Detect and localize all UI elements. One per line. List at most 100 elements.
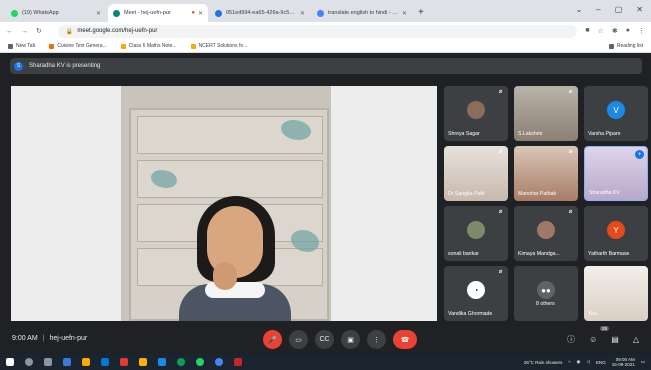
extensions-icon[interactable]: ✱ xyxy=(612,27,618,35)
address-bar-row: ← → ↻ 🔒 meet.google.com/hej-uefn-pur ■ ☆… xyxy=(0,22,651,40)
back-icon[interactable]: ← xyxy=(6,28,13,35)
tab-doc[interactable]: 051ed994-ea65-426a-9c5d-4c1... ✕ xyxy=(210,4,310,22)
presenter-hand xyxy=(213,262,237,290)
participant-tile[interactable]: + Sharadha KV xyxy=(584,146,648,201)
meeting-time: 9:00 AM xyxy=(12,335,38,342)
network-icon[interactable]: ◉ xyxy=(577,359,581,365)
app-icon[interactable] xyxy=(158,358,166,366)
camera-indicator-icon[interactable]: ■ xyxy=(585,27,589,35)
more-options-button[interactable]: ⋮ xyxy=(367,330,386,349)
avatar xyxy=(467,221,485,239)
browser-tab-bar: (19) WhatsApp ✕ Meet - hej-uefn-pur ● ✕ … xyxy=(0,0,651,22)
mic-off-icon: ⌀ xyxy=(568,209,573,215)
window-controls: ⌄ – ▢ ✕ xyxy=(576,5,643,14)
forward-icon[interactable]: → xyxy=(21,28,28,35)
maximize-button[interactable]: ▢ xyxy=(615,5,623,14)
mic-toggle-button[interactable]: 🎤 xyxy=(263,330,282,349)
participant-name: Varsha Pipare xyxy=(588,131,621,137)
participant-tile[interactable]: ⌀ sonali bankar xyxy=(444,206,508,261)
pin-icon[interactable]: + xyxy=(635,150,644,159)
mail-icon[interactable] xyxy=(101,358,109,366)
close-icon[interactable]: ✕ xyxy=(300,10,305,17)
avatar: Y xyxy=(607,221,625,239)
lock-icon: 🔒 xyxy=(65,28,74,35)
mic-off-icon: ⌀ xyxy=(568,89,573,95)
minimize-button[interactable]: – xyxy=(596,5,600,14)
close-icon[interactable]: ✕ xyxy=(402,10,407,17)
participant-tile[interactable]: ⌀ Kimaya Mandga... xyxy=(514,206,578,261)
bookmark-item[interactable]: Cuisine Text Genera... xyxy=(49,43,107,49)
windows-start-icon[interactable] xyxy=(6,358,14,366)
close-icon[interactable]: ✕ xyxy=(198,10,203,17)
url-field[interactable]: 🔒 meet.google.com/hej-uefn-pur xyxy=(57,24,578,38)
participant-name: 8 others xyxy=(536,301,555,307)
participant-tile[interactable]: Y Yatharth Barmase xyxy=(584,206,648,261)
participant-tile[interactable]: ⌀ S.Lakshmi xyxy=(514,86,578,141)
call-controls: 🎤 ▭ CC ▣ ⋮ ☎ xyxy=(263,330,417,349)
apps-icon xyxy=(8,43,13,49)
participant-tile[interactable]: ⌀ Manohar Pathak xyxy=(514,146,578,201)
whatsapp-icon[interactable] xyxy=(196,358,204,366)
participant-tile[interactable]: ⌀ Dr Sangita Patil xyxy=(444,146,508,201)
close-window-button[interactable]: ✕ xyxy=(636,5,643,14)
task-view-icon[interactable] xyxy=(44,358,52,366)
participant-tile[interactable]: V Varsha Pipare xyxy=(584,86,648,141)
star-icon[interactable]: ☆ xyxy=(598,27,604,35)
group-avatars: ●● xyxy=(537,281,555,299)
meet-control-bar: 9:00 AM | hej-uefn-pur 🎤 ▭ CC ▣ ⋮ ☎ 29 ⓘ… xyxy=(0,326,651,354)
app-icon[interactable] xyxy=(139,358,147,366)
meeting-details: 9:00 AM | hej-uefn-pur xyxy=(12,335,87,342)
mic-off-icon: ⌀ xyxy=(498,209,503,215)
chrome-icon[interactable] xyxy=(215,358,223,366)
participant-grid: ⌀ Shreya Sagar ⌀ S.Lakshmi V Varsha Pipa… xyxy=(444,86,648,322)
edge-icon[interactable] xyxy=(177,358,185,366)
presentation-stage[interactable] xyxy=(11,86,437,321)
search-icon[interactable] xyxy=(25,358,33,366)
bookmark-item[interactable]: New Tab xyxy=(8,43,35,49)
notifications-icon[interactable]: ▭ xyxy=(641,359,645,365)
participant-tile[interactable]: ◔ ⌀ Vandika Ghormade xyxy=(444,266,508,321)
people-icon[interactable]: ☺ xyxy=(589,335,597,344)
menu-icon[interactable]: ⋮ xyxy=(638,27,645,35)
app-icon[interactable] xyxy=(120,358,128,366)
tab-label: Meet - hej-uefn-pur xyxy=(124,10,171,16)
bookmark-item[interactable]: NCERT Solutions fo... xyxy=(190,43,247,49)
chat-icon[interactable]: ▤ xyxy=(611,335,619,344)
language-indicator[interactable]: ENG xyxy=(596,360,606,365)
activities-icon[interactable]: △ xyxy=(633,335,639,344)
clock[interactable]: 09:00 AM 16-09-2021 xyxy=(612,357,635,367)
tray-chevron-icon[interactable]: ^ xyxy=(568,360,570,365)
participant-name: Sharadha KV xyxy=(589,190,620,196)
info-icon[interactable]: ⓘ xyxy=(567,334,575,345)
leave-call-button[interactable]: ☎ xyxy=(393,330,417,349)
reload-icon[interactable]: ↻ xyxy=(36,27,42,35)
participant-name: Manohar Pathak xyxy=(518,191,557,197)
presenting-text: Sharadha KV is presenting xyxy=(29,63,101,69)
bookmark-item[interactable]: Class 6 Maths Note... xyxy=(120,43,177,49)
store-icon[interactable] xyxy=(82,358,90,366)
mic-off-icon: ⌀ xyxy=(638,269,643,275)
tab-whatsapp[interactable]: (19) WhatsApp ✕ xyxy=(6,4,106,22)
toolbar-actions: ■ ☆ ✱ ● ⋮ xyxy=(585,27,645,35)
close-icon[interactable]: ✕ xyxy=(96,10,101,17)
tab-meet[interactable]: Meet - hej-uefn-pur ● ✕ xyxy=(108,4,208,22)
participant-tile[interactable]: ⌀ Shreya Sagar xyxy=(444,86,508,141)
weather-text[interactable]: 26°C Rain showers xyxy=(524,360,563,365)
mic-off-icon: ⌀ xyxy=(498,269,503,275)
camera-toggle-button[interactable]: ▭ xyxy=(289,330,308,349)
captions-button[interactable]: CC xyxy=(315,330,334,349)
present-button[interactable]: ▣ xyxy=(341,330,360,349)
participant-count-badge: 29 xyxy=(599,326,609,331)
avatar[interactable]: ● xyxy=(626,27,630,35)
file-explorer-icon[interactable] xyxy=(63,358,71,366)
windows-taskbar: 26°C Rain showers ^ ◉ ◁ ENG 09:00 AM 16-… xyxy=(0,354,651,370)
participant-tile[interactable]: ⌀ You xyxy=(584,266,648,321)
tab-search-icon[interactable]: ⌄ xyxy=(576,5,583,14)
tab-label: translate english to hindi - Goog... xyxy=(328,10,399,16)
reading-list[interactable]: Reading list xyxy=(608,43,643,49)
new-tab-button[interactable]: + xyxy=(418,7,424,18)
volume-icon[interactable]: ◁ xyxy=(586,359,589,365)
tab-google-search[interactable]: translate english to hindi - Goog... ✕ xyxy=(312,4,412,22)
participant-tile[interactable]: ●● 8 others xyxy=(514,266,578,321)
app-icon[interactable] xyxy=(234,358,242,366)
